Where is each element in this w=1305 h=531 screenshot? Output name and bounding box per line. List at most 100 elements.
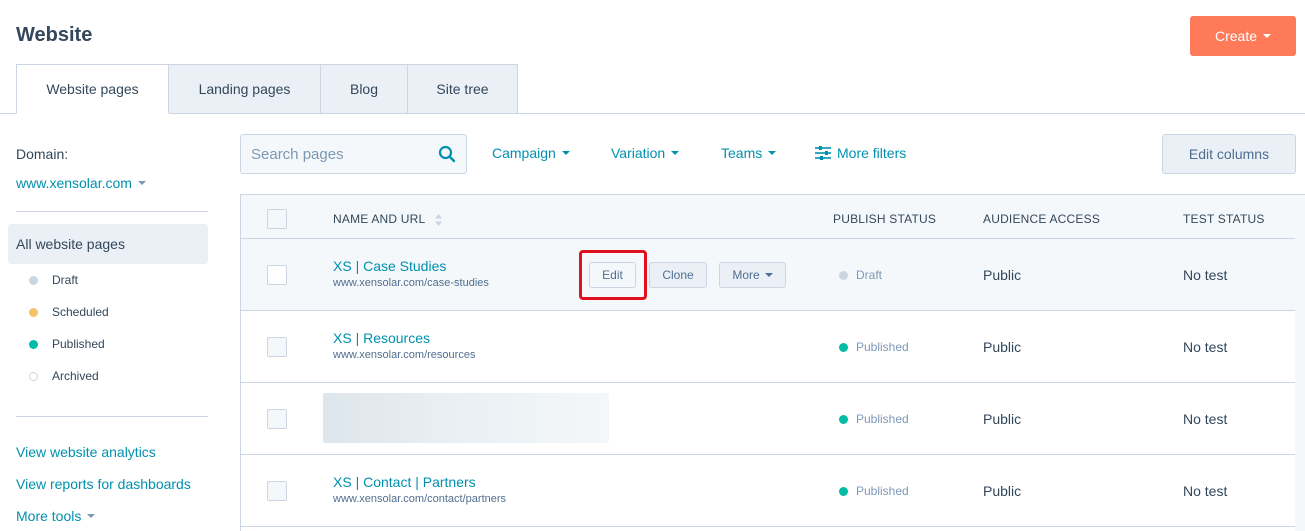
view-reports-link[interactable]: View reports for dashboards (16, 476, 191, 492)
sidebar-item-label: Published (52, 337, 105, 351)
column-header-label: NAME AND URL (333, 212, 425, 226)
table-header: NAME AND URL PUBLISH STATUS AUDIENCE ACC… (241, 195, 1305, 239)
row-checkbox[interactable] (267, 481, 287, 501)
chevron-down-icon (768, 151, 777, 155)
row-checkbox[interactable] (267, 409, 287, 429)
more-actions-label: More (732, 268, 760, 282)
sidebar-item-published[interactable]: Published (29, 337, 105, 351)
audience-access: Public (983, 339, 1022, 355)
published-status-dot-icon (29, 339, 38, 349)
sidebar-item-label: Scheduled (52, 305, 109, 319)
publish-status-label: Published (856, 484, 909, 498)
row-checkbox[interactable] (267, 265, 287, 285)
pages-table: NAME AND URL PUBLISH STATUS AUDIENCE ACC… (240, 194, 1305, 531)
sliders-icon (815, 146, 831, 160)
search-box (240, 134, 467, 174)
draft-status-dot-icon (29, 275, 38, 285)
chevron-down-icon (1263, 34, 1272, 38)
sidebar-item-label: Archived (52, 369, 99, 383)
create-button-label: Create (1214, 28, 1258, 44)
test-status: No test (1183, 339, 1228, 355)
publish-status-label: Published (856, 340, 909, 354)
chevron-down-icon (87, 514, 96, 518)
publish-status: Published (839, 484, 909, 498)
table-row[interactable]: XS | Case Studies www.xensolar.com/case-… (241, 239, 1305, 311)
column-header-audience-access: AUDIENCE ACCESS (983, 212, 1101, 226)
view-website-analytics-link[interactable]: View website analytics (16, 444, 156, 460)
table-row[interactable]: XS | Contact | Partners www.xensolar.com… (241, 455, 1305, 527)
tab-website-pages[interactable]: Website pages (16, 64, 169, 114)
chevron-down-icon (561, 151, 570, 155)
chevron-down-icon (764, 273, 773, 277)
filter-label: Teams (721, 145, 763, 161)
sidebar-item-draft[interactable]: Draft (29, 273, 78, 287)
page-name-link[interactable]: XS | Resources (333, 330, 430, 346)
more-tools-dropdown[interactable]: More tools (16, 508, 96, 524)
published-status-dot-icon (839, 414, 848, 424)
domain-value: www.xensolar.com (16, 175, 132, 191)
filter-label: Variation (611, 145, 666, 161)
table-row[interactable]: Published Public No test (241, 383, 1305, 455)
published-status-dot-icon (839, 342, 848, 352)
teams-filter[interactable]: Teams (721, 145, 777, 161)
scheduled-status-dot-icon (29, 307, 38, 317)
table-row[interactable]: XS | Resources www.xensolar.com/resource… (241, 311, 1305, 383)
audience-access: Public (983, 483, 1022, 499)
sidebar-item-label: Draft (52, 273, 79, 287)
chevron-down-icon (137, 181, 146, 185)
more-tools-label: More tools (16, 508, 82, 524)
more-actions-button[interactable]: More (719, 262, 786, 288)
publish-status: Published (839, 412, 909, 426)
publish-status-label: Published (856, 412, 909, 426)
create-button[interactable]: Create (1190, 16, 1296, 56)
publish-status: Published (839, 340, 909, 354)
campaign-filter[interactable]: Campaign (492, 145, 570, 161)
sidebar-divider (16, 211, 208, 212)
domain-selector[interactable]: www.xensolar.com (16, 175, 146, 191)
row-checkbox[interactable] (267, 337, 287, 357)
page-url: www.xensolar.com/resources (333, 349, 476, 361)
draft-status-dot-icon (839, 270, 848, 280)
tab-landing-pages[interactable]: Landing pages (168, 64, 321, 114)
column-header-publish-status: PUBLISH STATUS (833, 212, 937, 226)
sidebar-item-label: All website pages (16, 236, 125, 252)
sidebar-item-scheduled[interactable]: Scheduled (29, 305, 109, 319)
tab-label: Site tree (436, 81, 489, 97)
archived-status-dot-icon (29, 371, 38, 381)
sort-icon (434, 213, 442, 226)
page-name-link[interactable]: XS | Case Studies (333, 258, 446, 274)
column-header-test-status: TEST STATUS (1183, 212, 1265, 226)
column-header-name[interactable]: NAME AND URL (333, 212, 442, 226)
published-status-dot-icon (839, 486, 848, 496)
more-filters-label: More filters (837, 145, 907, 161)
filter-label: Campaign (492, 145, 556, 161)
tab-label: Landing pages (198, 81, 291, 97)
select-all-checkbox[interactable] (267, 209, 287, 229)
audience-access: Public (983, 411, 1022, 427)
publish-status-label: Draft (856, 268, 883, 282)
domain-label: Domain: (16, 146, 69, 162)
sidebar-item-all-website-pages[interactable]: All website pages (8, 224, 208, 264)
page-title: Website (16, 24, 93, 46)
test-status: No test (1183, 267, 1228, 283)
edit-highlight-annotation (579, 250, 647, 300)
sidebar-item-archived[interactable]: Archived (29, 369, 99, 383)
tab-site-tree[interactable]: Site tree (407, 64, 518, 114)
tab-label: Blog (349, 81, 379, 97)
page-name-link[interactable]: XS | Contact | Partners (333, 474, 476, 490)
more-filters-button[interactable]: More filters (815, 145, 906, 161)
page-url: www.xensolar.com/contact/partners (333, 493, 507, 505)
tab-blog[interactable]: Blog (320, 64, 408, 114)
edit-columns-button[interactable]: Edit columns (1162, 134, 1296, 174)
page-url: www.xensolar.com/case-studies (333, 277, 489, 289)
variation-filter[interactable]: Variation (611, 145, 680, 161)
test-status: No test (1183, 411, 1228, 427)
search-input[interactable] (251, 145, 438, 163)
test-status: No test (1183, 483, 1228, 499)
search-icon[interactable] (438, 145, 456, 163)
table-scrollbar[interactable] (1295, 195, 1305, 531)
audience-access: Public (983, 267, 1022, 283)
chevron-down-icon (671, 151, 680, 155)
clone-button[interactable]: Clone (649, 262, 707, 288)
tab-label: Website pages (46, 81, 139, 97)
